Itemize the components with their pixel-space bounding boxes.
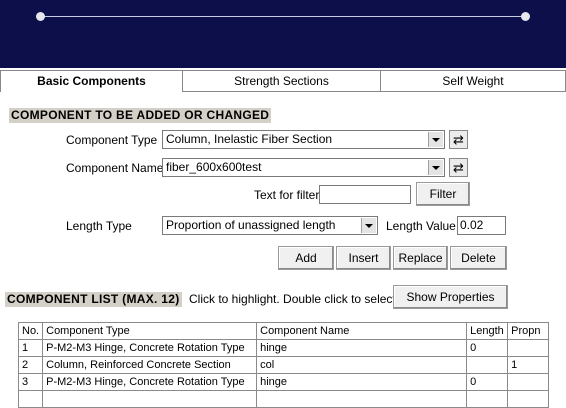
column-header-type: Component Type [42, 322, 258, 340]
table-row[interactable]: 2 Column, Reinforced Concrete Section co… [17, 356, 549, 374]
add-button[interactable]: Add [278, 246, 334, 270]
length-type-label: Length Type [66, 219, 132, 233]
refresh-icon[interactable]: ⇄ [449, 158, 468, 177]
slider-handle-left[interactable] [36, 12, 45, 21]
length-type-value: Proportion of unassigned length [166, 218, 336, 232]
cell-type: P-M2-M3 Hinge, Concrete Rotation Type [42, 373, 258, 391]
cell-name: hinge [256, 339, 468, 357]
table-row[interactable]: 3 P-M2-M3 Hinge, Concrete Rotation Type … [17, 373, 549, 391]
section-title-list: COMPONENT LIST (MAX. 12) [5, 292, 182, 307]
cell-type: P-M2-M3 Hinge, Concrete Rotation Type [42, 339, 258, 357]
length-value-label: Length Value [386, 219, 456, 233]
column-header-name: Component Name [256, 322, 468, 340]
chevron-down-icon[interactable] [428, 160, 443, 175]
insert-button[interactable]: Insert [336, 246, 391, 270]
component-name-value: fiber_600x600test [166, 160, 262, 174]
slider-handle-right[interactable] [521, 12, 530, 21]
cell-length: 0 [466, 339, 509, 357]
cell-propn [507, 339, 549, 357]
cell-no: 3 [17, 373, 44, 391]
cell-no: 2 [17, 356, 44, 374]
filter-input[interactable] [319, 185, 411, 204]
column-header-no: No. [17, 322, 44, 340]
delete-button[interactable]: Delete [450, 246, 507, 270]
component-name-label: Component Name [66, 161, 164, 175]
cell-name: hinge [256, 373, 468, 391]
column-header-propn: Propn [507, 322, 549, 340]
cell-length [466, 356, 509, 374]
section-title-edit: COMPONENT TO BE ADDED OR CHANGED [9, 108, 272, 123]
component-type-label: Component Type [66, 133, 158, 147]
list-hint-text: Click to highlight. Double click to sele… [189, 292, 400, 306]
cell-no: 1 [17, 339, 44, 357]
component-type-select[interactable]: Column, Inelastic Fiber Section [162, 130, 445, 149]
cell-length: 0 [466, 373, 509, 391]
cell-propn [507, 373, 549, 391]
table-row[interactable]: 1 P-M2-M3 Hinge, Concrete Rotation Type … [17, 339, 549, 357]
tab-strength-sections[interactable]: Strength Sections [183, 70, 381, 91]
chevron-down-icon[interactable] [428, 132, 443, 147]
chevron-down-icon[interactable] [361, 218, 376, 233]
filter-button[interactable]: Filter [416, 182, 470, 206]
component-type-value: Column, Inelastic Fiber Section [166, 132, 333, 146]
cell-propn: 1 [507, 356, 549, 374]
tab-self-weight[interactable]: Self Weight [381, 70, 566, 91]
column-header-length: Length [466, 322, 509, 340]
length-value-input[interactable]: 0.02 [457, 216, 506, 235]
component-name-select[interactable]: fiber_600x600test [162, 158, 445, 177]
table-header-row: No. Component Type Component Name Length… [17, 322, 549, 340]
component-table: No. Component Type Component Name Length… [17, 322, 549, 408]
length-type-select[interactable]: Proportion of unassigned length [162, 216, 378, 235]
top-banner [0, 0, 566, 68]
show-properties-button[interactable]: Show Properties [393, 285, 508, 309]
cell-type: Column, Reinforced Concrete Section [42, 356, 258, 374]
slider-track [40, 16, 526, 17]
replace-button[interactable]: Replace [393, 246, 448, 270]
cell-name: col [256, 356, 468, 374]
tab-strip: Basic Components Strength Sections Self … [0, 70, 566, 92]
tab-basic-components[interactable]: Basic Components [0, 70, 183, 92]
filter-label: Text for filter [254, 188, 320, 202]
refresh-icon[interactable]: ⇄ [449, 130, 468, 149]
